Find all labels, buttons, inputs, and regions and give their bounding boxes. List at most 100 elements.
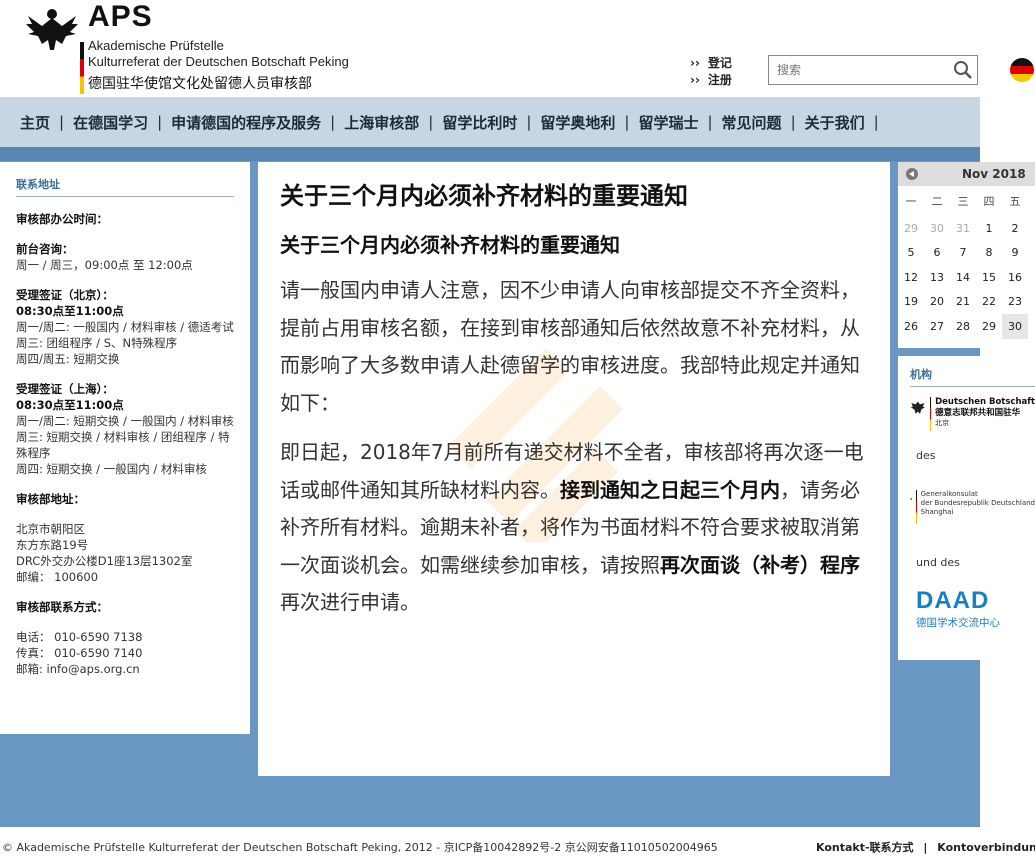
calendar-day[interactable]: 6 xyxy=(924,241,950,266)
prev-month-icon[interactable] xyxy=(906,168,918,180)
sidebar-title: 联系地址 xyxy=(16,176,234,197)
daad-subtitle: 德国学术交流中心 xyxy=(916,617,1000,629)
calendar-day[interactable]: 13 xyxy=(924,265,950,290)
calendar-day[interactable]: 5 xyxy=(898,241,924,266)
calendar-day[interactable]: 23 xyxy=(1002,290,1028,315)
front-desk-label: 前台咨询： xyxy=(16,242,74,256)
office-hours-label: 审核部办公时间： xyxy=(16,212,108,226)
nav-procedures[interactable]: 申请德国的程序及服务 xyxy=(171,112,321,133)
header-line-1: Akademische Prüfstelle xyxy=(88,38,224,53)
nav-separator: | xyxy=(526,113,532,131)
eagle-icon xyxy=(910,401,925,414)
calendar-day[interactable]: 20 xyxy=(924,290,950,315)
search-icon[interactable] xyxy=(949,56,977,84)
nav-belgium[interactable]: 留学比利时 xyxy=(442,112,517,133)
weekday-label: 五 xyxy=(1009,195,1021,208)
embassy-line-3: 北京 xyxy=(935,419,950,427)
address-line: 北京市朝阳区 xyxy=(16,522,85,536)
flag-stripe xyxy=(80,42,84,94)
nav-austria[interactable]: 留学奥地利 xyxy=(540,112,615,133)
beijing-label: 受理签证（北京）： xyxy=(16,288,114,302)
calendar-day[interactable]: 2 xyxy=(1002,216,1028,241)
daad-wordmark: DAAD xyxy=(916,587,990,614)
calendar-day[interactable]: 27 xyxy=(924,314,950,339)
calendar-grid: 一 二 三 四 五 29 30 31 1 2 5 6 7 8 9 12 13 1… xyxy=(898,186,1035,339)
account-link[interactable]: Kontoverbindung-汇 xyxy=(937,841,1035,854)
email-link[interactable]: 邮箱: info@aps.org.cn xyxy=(16,661,238,677)
und-des-label: und des xyxy=(916,556,960,569)
search-box xyxy=(768,55,978,85)
calendar-day[interactable]: 21 xyxy=(950,290,976,315)
calendar-day[interactable]: 12 xyxy=(898,265,924,290)
calendar-day[interactable]: 7 xyxy=(950,241,976,266)
partners-panel: 机构 Deutschen Botschaft 德意志联邦共和国驻华 北京 des… xyxy=(898,356,1035,660)
nav-switzerland[interactable]: 留学瑞士 xyxy=(638,112,698,133)
header-line-3: 德国驻华使馆文化处留德人员审核部 xyxy=(88,76,312,92)
aps-title: APS xyxy=(88,0,153,33)
register-link[interactable]: ›› 注册 xyxy=(690,71,732,88)
nav-home[interactable]: 主页 xyxy=(20,112,50,133)
nav-separator: | xyxy=(59,113,65,131)
content-background-strip xyxy=(0,147,980,161)
eagle-logo-icon xyxy=(26,9,78,50)
calendar-widget: Nov 2018 一 二 三 四 五 29 30 31 1 2 5 6 7 8 … xyxy=(898,162,1035,348)
nav-about[interactable]: 关于我们 xyxy=(805,112,865,133)
paragraph-text: 再次进行申请。 xyxy=(280,590,420,614)
shanghai-line: 周四: 短期交换 / 一般国内 / 材料审核 xyxy=(16,462,207,476)
calendar-day[interactable]: 22 xyxy=(976,290,1002,315)
calendar-day[interactable]: 26 xyxy=(898,314,924,339)
calendar-day[interactable]: 15 xyxy=(976,265,1002,290)
calendar-day[interactable]: 30 xyxy=(924,216,950,241)
consulate-logo[interactable]: Generalkonsulat der Bundesrepublik Deuts… xyxy=(910,490,1035,524)
calendar-day-today[interactable]: 30 xyxy=(1002,314,1028,339)
nav-separator: | xyxy=(624,113,630,131)
double-chevron-icon: ›› xyxy=(690,73,700,87)
address-line: 邮编： 100600 xyxy=(16,570,99,584)
weekday-label: 三 xyxy=(957,195,969,208)
eagle-icon xyxy=(910,498,913,500)
search-input[interactable] xyxy=(769,56,949,84)
retest-procedure-link[interactable]: 再次面谈（补考）程序 xyxy=(660,553,860,577)
nav-shanghai[interactable]: 上海审核部 xyxy=(344,112,419,133)
consulate-line-1: Generalkonsulat xyxy=(920,490,978,498)
address-label: 审核部地址： xyxy=(16,492,85,506)
calendar-header: Nov 2018 xyxy=(898,162,1035,186)
embassy-line-1: Deutschen Botschaft xyxy=(935,397,1035,407)
address-line: DRC外交办公楼D1座13层1302室 xyxy=(16,554,193,568)
contact-link[interactable]: Kontakt-联系方式 xyxy=(816,841,914,854)
register-label: 注册 xyxy=(707,73,732,87)
calendar-day[interactable]: 29 xyxy=(898,216,924,241)
beijing-time: 08:30点至11:00点 xyxy=(16,304,124,318)
nav-separator: | xyxy=(873,113,879,131)
address-line: 东方东路19号 xyxy=(16,538,89,552)
german-flag-icon[interactable] xyxy=(1010,58,1034,82)
calendar-day[interactable]: 28 xyxy=(950,314,976,339)
nav-separator: | xyxy=(330,113,336,131)
calendar-day[interactable]: 14 xyxy=(950,265,976,290)
daad-logo[interactable]: DAAD 德国学术交流中心 xyxy=(916,587,1035,630)
calendar-day[interactable]: 31 xyxy=(950,216,976,241)
footer: © Akademische Prüfstelle Kulturreferat d… xyxy=(0,838,1035,856)
calendar-day[interactable]: 8 xyxy=(976,241,1002,266)
shanghai-label: 受理签证（上海）： xyxy=(16,382,114,396)
calendar-day[interactable]: 1 xyxy=(976,216,1002,241)
nav-separator: | xyxy=(157,113,163,131)
nav-separator: | xyxy=(707,113,713,131)
phone-line: 电话： 010-6590 7138 xyxy=(16,630,143,644)
login-link[interactable]: ›› 登记 xyxy=(690,54,732,71)
contact-sidebar: 联系地址 审核部办公时间： 前台咨询： 周一 / 周三，09:00点 至 12:… xyxy=(0,162,250,734)
embassy-logo[interactable]: Deutschen Botschaft 德意志联邦共和国驻华 北京 xyxy=(910,397,1035,431)
double-chevron-icon: ›› xyxy=(690,56,700,70)
calendar-day[interactable]: 29 xyxy=(976,314,1002,339)
article-paragraph: 即日起，2018年7月前所有递交材料不全者，审核部将再次逐一电话或邮件通知其所缺… xyxy=(280,434,868,622)
page: APS Akademische Prüfstelle Kulturreferat… xyxy=(0,0,1035,864)
fax-line: 传真： 010-6590 7140 xyxy=(16,646,143,660)
article-subtitle: 关于三个月内必须补齐材料的重要通知 xyxy=(280,233,620,257)
shanghai-time: 08:30点至11:00点 xyxy=(16,398,124,412)
calendar-day[interactable]: 19 xyxy=(898,290,924,315)
calendar-day[interactable]: 16 xyxy=(1002,265,1028,290)
nav-study-in-germany[interactable]: 在德国学习 xyxy=(73,112,148,133)
calendar-day[interactable]: 9 xyxy=(1002,241,1028,266)
footer-links: Kontakt-联系方式 | Kontoverbindung-汇 xyxy=(816,839,1035,855)
nav-faq[interactable]: 常见问题 xyxy=(722,112,782,133)
